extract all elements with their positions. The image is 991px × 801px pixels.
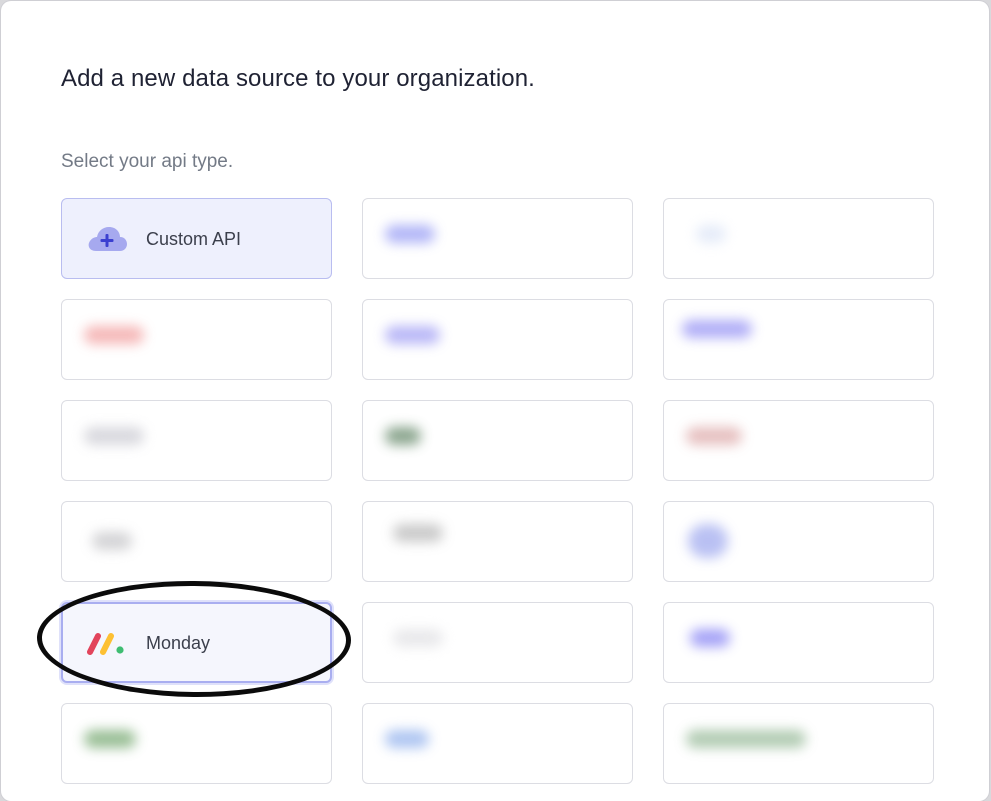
api-card-custom-api[interactable]: Custom API [61,198,332,279]
api-card-blurred[interactable] [61,299,332,380]
blurred-logo-icon [393,629,443,647]
blurred-logo-icon [686,427,742,445]
api-card-blurred[interactable] [61,703,332,784]
blurred-logo-icon [84,730,136,748]
blurred-logo-icon [696,225,726,243]
api-card-blurred[interactable] [362,198,633,279]
api-card-blurred[interactable] [362,501,633,582]
blurred-logo-icon [92,532,132,550]
blurred-logo-icon [682,320,752,338]
api-card-blurred[interactable] [61,501,332,582]
blurred-logo-icon [688,524,728,558]
blurred-logo-icon [385,225,435,243]
blurred-logo-icon [385,427,421,445]
api-card-blurred[interactable] [362,703,633,784]
cloud-plus-icon [88,227,127,251]
api-card-blurred[interactable] [663,602,934,683]
blurred-logo-icon [385,730,429,748]
api-type-grid: Custom API Monday [61,198,934,784]
api-card-label: Custom API [146,229,242,249]
add-data-source-modal: Add a new data source to your organizati… [1,1,989,801]
api-card-blurred[interactable] [362,602,633,683]
api-card-blurred[interactable] [61,400,332,481]
api-card-blurred[interactable] [663,299,934,380]
blurred-logo-icon [385,326,440,344]
api-card-blurred[interactable] [663,501,934,582]
api-card-monday[interactable]: Monday [61,602,332,683]
api-card-blurred[interactable] [362,400,633,481]
blurred-logo-icon [690,629,730,647]
api-card-blurred[interactable] [362,299,633,380]
blurred-logo-icon [84,326,144,344]
modal-title: Add a new data source to your organizati… [61,65,535,92]
api-card-blurred[interactable] [663,400,934,481]
modal-subtitle: Select your api type. [61,151,234,172]
api-card-blurred[interactable] [663,703,934,784]
blurred-logo-icon [686,730,806,748]
monday-logo-icon [87,633,124,655]
api-card-blurred[interactable] [663,198,934,279]
blurred-logo-icon [393,524,443,542]
blurred-logo-icon [84,427,144,445]
api-card-label: Monday [146,633,211,653]
